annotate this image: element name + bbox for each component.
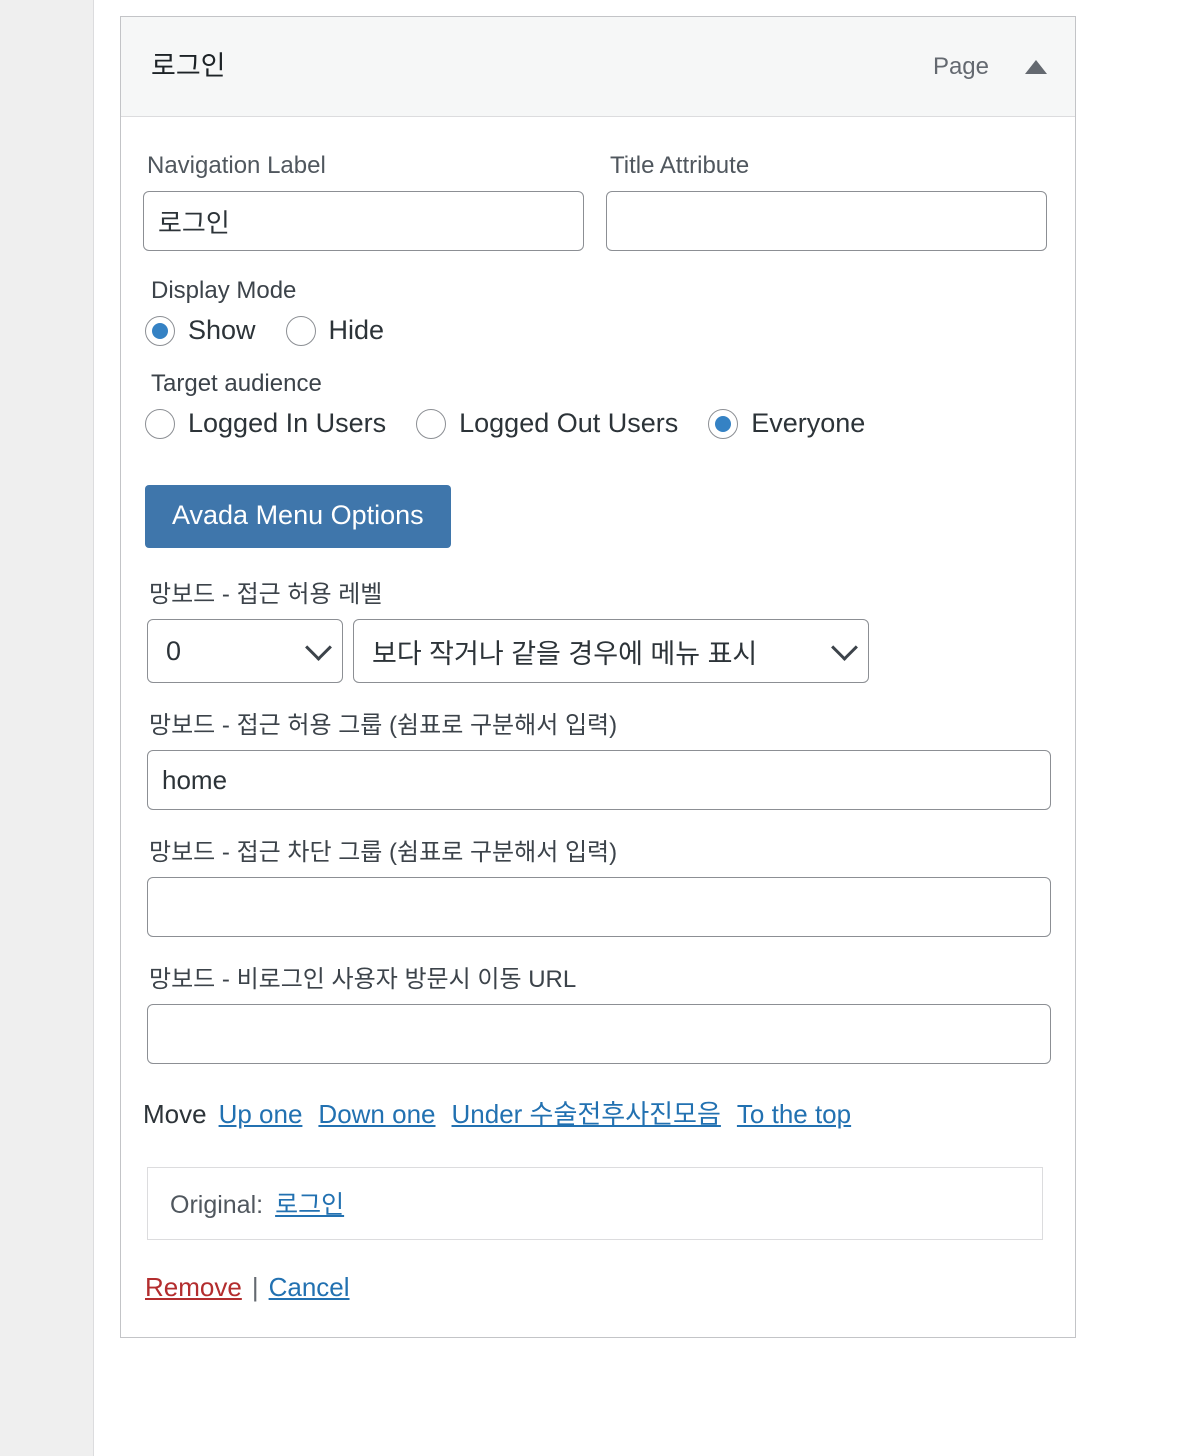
- move-to-top-link[interactable]: To the top: [737, 1099, 851, 1129]
- display-mode-option-show[interactable]: Show: [145, 315, 256, 346]
- redirect-url-label: 망보드 - 비로그인 사용자 방문시 이동 URL: [149, 966, 577, 994]
- allow-group-field: 망보드 - 접근 허용 그룹 (쉼표로 구분해서 입력): [143, 705, 1051, 811]
- target-audience-option-everyone[interactable]: Everyone: [708, 408, 865, 439]
- chevron-down-icon: [831, 633, 858, 661]
- radio-everyone-icon[interactable]: [708, 408, 739, 439]
- target-audience-logged-out-label: Logged Out Users: [459, 408, 679, 439]
- label-fields-row: Navigation Label Title Attribute: [143, 152, 1047, 252]
- left-gutter: [0, 0, 94, 1456]
- cancel-link[interactable]: Cancel: [269, 1272, 350, 1302]
- menu-item-panel: 로그인 Page Navigation Label Title Attribut…: [120, 16, 1076, 1339]
- move-up-one-link[interactable]: Up one: [219, 1099, 303, 1129]
- navigation-label-field: Navigation Label: [143, 152, 584, 252]
- navigation-label-label: Navigation Label: [147, 152, 326, 179]
- access-level-select[interactable]: 0: [147, 619, 343, 684]
- move-under-link[interactable]: Under 수술전후사진모음: [452, 1099, 721, 1129]
- redirect-url-field: 망보드 - 비로그인 사용자 방문시 이동 URL: [143, 959, 1051, 1065]
- display-mode-group: Display Mode Show Hide: [143, 277, 1047, 346]
- redirect-url-input[interactable]: [147, 1004, 1051, 1065]
- target-audience-logged-in-label: Logged In Users: [188, 408, 387, 439]
- block-group-label: 망보드 - 접근 차단 그룹 (쉼표로 구분해서 입력): [149, 839, 618, 867]
- avada-menu-options-button[interactable]: Avada Menu Options: [145, 485, 451, 549]
- remove-link[interactable]: Remove: [145, 1272, 242, 1302]
- access-level-selected-value: 0: [166, 635, 182, 666]
- radio-logged-in-icon[interactable]: [145, 408, 175, 439]
- radio-hide-icon[interactable]: [285, 315, 316, 346]
- original-label: Original:: [170, 1191, 264, 1220]
- title-attribute-field: Title Attribute: [606, 152, 1047, 252]
- title-attribute-input[interactable]: [606, 191, 1047, 252]
- actions-separator: |: [251, 1272, 259, 1303]
- menu-item-actions: Remove | Cancel: [145, 1272, 1047, 1303]
- display-mode-legend: Display Mode: [151, 277, 297, 305]
- display-mode-show-label: Show: [188, 315, 256, 346]
- title-attribute-label: Title Attribute: [610, 152, 750, 179]
- menu-item-header-right: Page: [933, 53, 1047, 81]
- target-audience-options: Logged In Users Logged Out Users Everyon…: [145, 408, 1047, 439]
- target-audience-group: Target audience Logged In Users Logged O…: [143, 370, 1047, 439]
- navigation-label-input[interactable]: [143, 191, 584, 252]
- access-level-selects: 0 보다 작거나 같을 경우에 메뉴 표시: [147, 619, 1047, 684]
- menu-item-settings: Navigation Label Title Attribute Display…: [121, 117, 1075, 1337]
- access-level-rule-select[interactable]: 보다 작거나 같을 경우에 메뉴 표시: [353, 619, 869, 684]
- original-link[interactable]: 로그인: [275, 1191, 344, 1219]
- menu-item-title: 로그인: [151, 51, 226, 81]
- radio-logged-out-icon[interactable]: [416, 408, 447, 439]
- move-row: Move Up one Down one Under 수술전후사진모음 To the t…: [143, 1094, 1047, 1131]
- target-audience-everyone-label: Everyone: [751, 408, 866, 439]
- target-audience-option-logged-out[interactable]: Logged Out Users: [416, 408, 678, 439]
- allow-group-input[interactable]: [147, 750, 1051, 811]
- move-label: Move: [143, 1099, 207, 1130]
- target-audience-option-logged-in[interactable]: Logged In Users: [145, 408, 386, 439]
- display-mode-option-hide[interactable]: Hide: [285, 315, 385, 346]
- target-audience-legend: Target audience: [151, 370, 322, 398]
- access-level-rule-value: 보다 작거나 같을 경우에 메뉴 표시: [372, 638, 758, 669]
- chevron-down-icon: [305, 633, 332, 661]
- triangle-up-icon[interactable]: [1025, 59, 1047, 74]
- block-group-field: 망보드 - 접근 차단 그룹 (쉼표로 구분해서 입력): [143, 832, 1051, 938]
- allow-group-label: 망보드 - 접근 허용 그룹 (쉼표로 구분해서 입력): [149, 712, 618, 740]
- display-mode-options: Show Hide: [145, 315, 1047, 346]
- move-down-one-link[interactable]: Down one: [318, 1099, 435, 1129]
- menu-item-type: Page: [932, 52, 989, 80]
- display-mode-hide-label: Hide: [328, 315, 385, 346]
- original-box: Original: 로그인: [147, 1167, 1043, 1241]
- access-level-field: 망보드 - 접근 허용 레벨 0 보다 작거나 같을 경우에 메뉴 표시: [143, 574, 1047, 684]
- page-canvas: 로그인 Page Navigation Label Title Attribut…: [95, 0, 1180, 1456]
- radio-show-icon[interactable]: [145, 315, 175, 346]
- menu-item-header[interactable]: 로그인 Page: [121, 17, 1075, 117]
- block-group-input[interactable]: [147, 877, 1051, 938]
- access-level-label: 망보드 - 접근 허용 레벨: [149, 581, 383, 609]
